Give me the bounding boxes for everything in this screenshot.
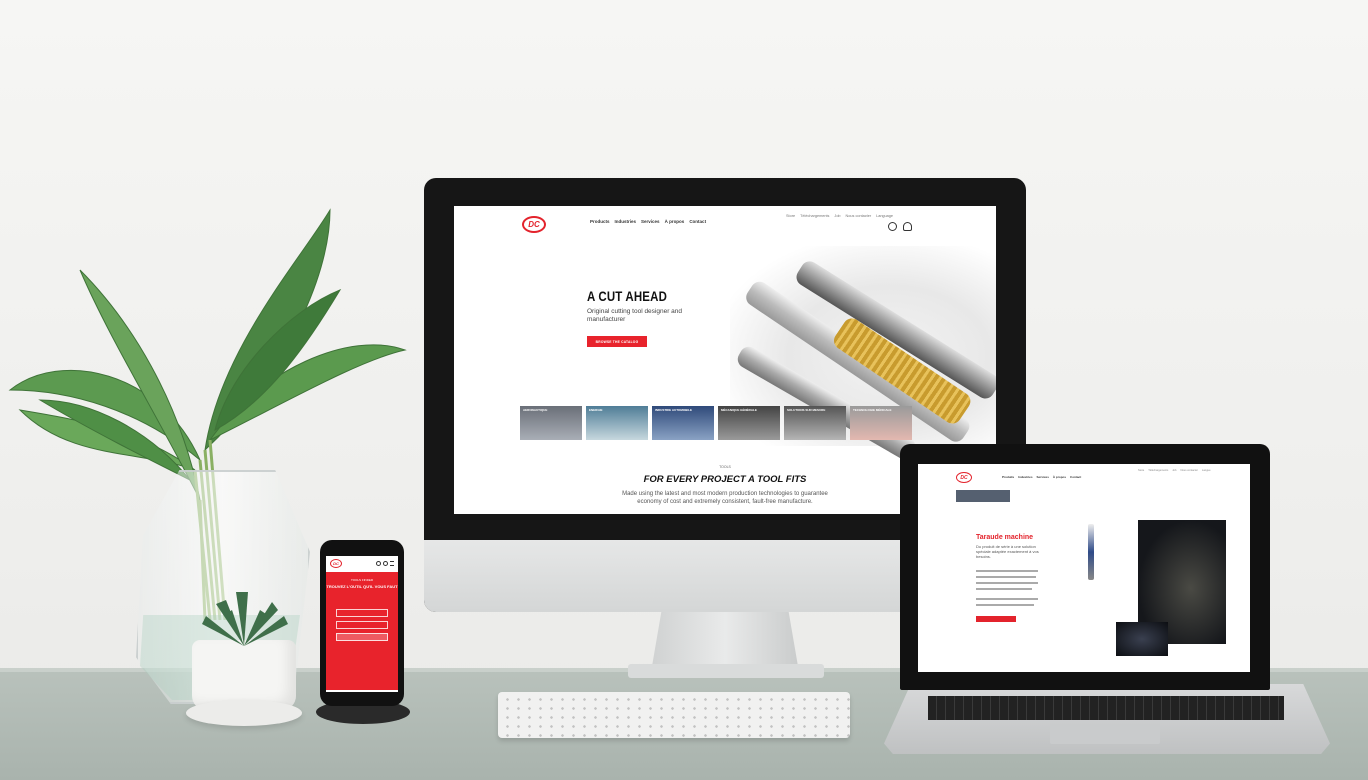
industry-tiles: AERONAUTIQUE ENERGIE INDUSTRIE AUTOMOBIL…	[520, 406, 912, 440]
laptop-main-nav: Produits Industries Services À propos Co…	[1002, 475, 1081, 479]
tile-label: SOLUTIONS SUR MESURE	[787, 408, 826, 412]
top-link-downloads[interactable]: Téléchargements	[800, 214, 829, 218]
dc-logo[interactable]: DC	[522, 216, 546, 233]
phone-select-1[interactable]	[336, 609, 388, 617]
product-subtitle: Du produit de série à une solution spéci…	[976, 544, 1039, 559]
browse-catalog-button[interactable]: BROWSE THE CATALOG	[587, 336, 647, 347]
top-link-language[interactable]: Language	[876, 214, 893, 218]
hero-title: A CUT AHEAD	[587, 288, 668, 304]
nav-industries[interactable]: Industries	[615, 219, 637, 224]
top-link-store[interactable]: Store	[786, 214, 795, 218]
imac-foot	[628, 664, 824, 678]
tile-energy[interactable]: ENERGIE	[586, 406, 648, 440]
top-link-job[interactable]: Job	[834, 214, 840, 218]
laptop-top-contact[interactable]: Nous contacter	[1180, 469, 1197, 472]
phone-select-2[interactable]	[336, 621, 388, 629]
nav-contact[interactable]: Contact	[689, 219, 706, 224]
text-line	[976, 598, 1038, 600]
laptop-top-job[interactable]: Job	[1172, 469, 1176, 472]
phone-heading-small: TOOLS FINDER	[350, 578, 374, 582]
laptop-screen: DC Produits Industries Services À propos…	[918, 464, 1250, 672]
laptop-nav-industries[interactable]: Industries	[1018, 475, 1032, 479]
nav-services[interactable]: Services	[641, 219, 660, 224]
pot-saucer	[186, 700, 302, 726]
laptop-nav-contact[interactable]: Contact	[1070, 475, 1081, 479]
section-text: Made using the latest and most modern pr…	[622, 491, 828, 505]
tile-custom-solutions[interactable]: SOLUTIONS SUR MESURE	[784, 406, 846, 440]
tile-automotive[interactable]: INDUSTRIE AUTOMOBILE	[652, 406, 714, 440]
phone-button[interactable]	[336, 633, 388, 641]
laptop-top-downloads[interactable]: Téléchargements	[1148, 469, 1168, 472]
tile-label: TECHNOLOGIE MÉDICALE	[853, 408, 892, 412]
text-line	[976, 588, 1032, 590]
laptop-top-links: Store Téléchargements Job Nous contacter…	[1138, 469, 1211, 472]
menu-icon[interactable]	[390, 560, 394, 566]
top-link-contact[interactable]: Nous contacter	[846, 214, 872, 218]
phone-header: DC	[326, 556, 398, 570]
laptop-trackpad	[1050, 724, 1160, 744]
laptop-keyboard	[928, 696, 1284, 720]
phone-tool-finder: TOOLS FINDER TROUVEZ L'OUTIL QU'IL VOUS …	[326, 572, 398, 690]
laptop-nav-services[interactable]: Services	[1037, 475, 1049, 479]
tile-label: MÉCANIQUE GÉNÉRALE	[721, 408, 757, 412]
text-line	[976, 604, 1034, 606]
phone-logo[interactable]: DC	[330, 558, 342, 568]
product-photo-small	[1116, 622, 1168, 656]
search-icon[interactable]	[376, 560, 381, 566]
phone-screen: DC TOOLS FINDER TROUVEZ L'OUTIL QU'IL VO…	[326, 556, 398, 692]
nav-products[interactable]: Products	[590, 219, 610, 224]
laptop-nav-about[interactable]: À propos	[1053, 475, 1066, 479]
search-icon[interactable]	[888, 222, 897, 231]
user-icon[interactable]	[383, 560, 388, 566]
laptop-nav-products[interactable]: Produits	[1002, 475, 1014, 479]
text-line	[976, 582, 1038, 584]
tile-mechanics[interactable]: MÉCANIQUE GÉNÉRALE	[718, 406, 780, 440]
laptop-dc-logo[interactable]: DC	[956, 472, 972, 483]
text-line	[976, 570, 1038, 572]
top-links: Store Téléchargements Job Nous contacter…	[786, 214, 893, 218]
text-line	[976, 576, 1036, 578]
laptop-cta-button[interactable]	[976, 616, 1016, 622]
header-icons	[888, 222, 912, 231]
product-title: Taraude machine	[976, 534, 1034, 541]
main-nav: Products Industries Services À propos Co…	[590, 219, 706, 224]
succulent	[202, 592, 288, 646]
laptop-top-store[interactable]: Store	[1138, 469, 1144, 472]
laptop-top-language[interactable]: Langue	[1202, 469, 1211, 472]
tile-medical[interactable]: TECHNOLOGIE MÉDICALE	[850, 406, 912, 440]
laptop-banner-strip	[956, 490, 1010, 502]
website-header: DC Products Industries Services À propos…	[454, 206, 996, 248]
nav-about[interactable]: À propos	[665, 219, 685, 224]
product-tool-thumbnail	[1088, 524, 1094, 580]
tile-label: INDUSTRIE AUTOMOBILE	[655, 408, 693, 412]
wireless-keyboard	[498, 692, 850, 738]
tile-label: AERONAUTIQUE	[523, 408, 548, 412]
tile-label: ENERGIE	[589, 408, 603, 412]
hero-subtitle: Original cutting tool designer and manuf…	[587, 308, 683, 323]
user-icon[interactable]	[903, 222, 912, 231]
phone-heading: TROUVEZ L'OUTIL QU'IL VOUS FAUT	[326, 584, 398, 589]
tile-aeronautics[interactable]: AERONAUTIQUE	[520, 406, 582, 440]
